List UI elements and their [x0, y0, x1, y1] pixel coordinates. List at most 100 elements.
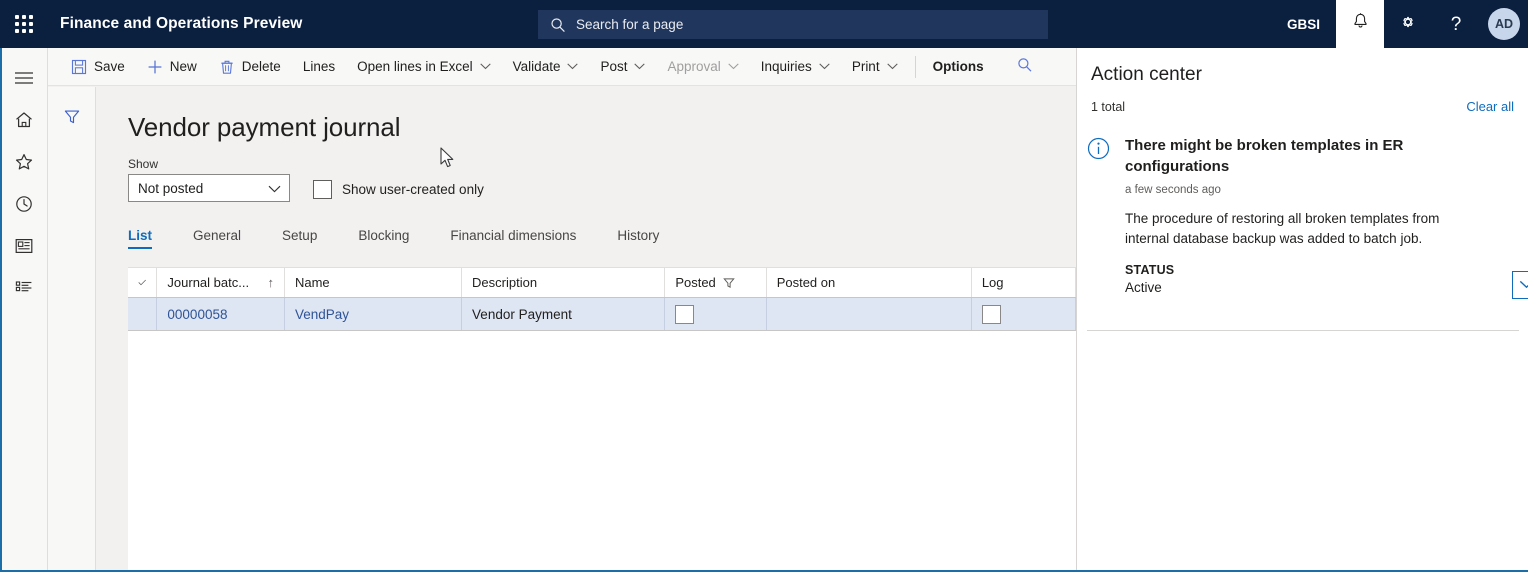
notification-total-count: 1 total: [1091, 99, 1126, 114]
search-icon: [550, 17, 566, 33]
grid-header-name[interactable]: Name: [285, 268, 463, 297]
new-label: New: [169, 59, 197, 74]
chevron-down-icon: [819, 63, 830, 70]
workspace-icon[interactable]: [0, 225, 48, 267]
show-filter-select[interactable]: Not posted: [128, 174, 290, 202]
grid-header-journal-batch[interactable]: Journal batc... ↑: [157, 268, 285, 297]
chevron-down-icon: [634, 63, 646, 70]
tab-list[interactable]: List: [128, 228, 153, 249]
grid-header-log[interactable]: Log: [972, 268, 1076, 297]
command-bar-divider: [914, 55, 916, 78]
info-circle-icon: [1087, 137, 1110, 295]
cell-name[interactable]: VendPay: [285, 298, 463, 330]
gear-icon: [1398, 12, 1418, 37]
cell-description[interactable]: Vendor Payment: [462, 298, 666, 330]
lines-label: Lines: [302, 59, 336, 74]
filter-funnel-icon: [723, 277, 735, 289]
clock-icon[interactable]: [0, 183, 48, 225]
print-label: Print: [851, 59, 880, 74]
legal-entity-selector[interactable]: GBSI: [1271, 0, 1336, 48]
delete-button[interactable]: Delete: [208, 48, 292, 86]
inquiries-menu[interactable]: Inquiries: [750, 48, 841, 86]
user-avatar[interactable]: AD: [1480, 0, 1528, 48]
tab-blocking[interactable]: Blocking: [358, 228, 409, 249]
page-tabs: List General Setup Blocking Financial di…: [128, 221, 1076, 249]
tab-setup[interactable]: Setup: [282, 228, 317, 249]
notifications-button[interactable]: [1336, 0, 1384, 48]
star-icon[interactable]: [0, 141, 48, 183]
notification-expand-button[interactable]: [1512, 270, 1528, 299]
cell-posted-on[interactable]: [767, 298, 972, 330]
notification-item[interactable]: There might be broken templates in ER co…: [1087, 136, 1528, 299]
save-label: Save: [94, 59, 125, 74]
page-filter-row: Show Not posted Show user-created only: [128, 157, 1076, 202]
show-user-created-only-label: Show user-created only: [342, 182, 484, 197]
grid-header-description-label: Description: [472, 275, 538, 290]
help-button[interactable]: ?: [1432, 0, 1480, 48]
save-disk-icon: [71, 59, 87, 75]
grid-header-posted-on-label: Posted on: [776, 275, 836, 290]
global-search-box[interactable]: Search for a page: [538, 10, 1048, 39]
post-menu[interactable]: Post: [589, 48, 656, 86]
grid-header-posted[interactable]: Posted: [665, 268, 767, 297]
validate-label: Validate: [512, 59, 561, 74]
hamburger-menu-icon[interactable]: [0, 57, 48, 99]
filter-pane-rail: [48, 87, 96, 572]
approval-label: Approval: [667, 59, 721, 74]
application-window: Finance and Operations Preview Search fo…: [0, 0, 1528, 572]
notification-status-value: Active: [1125, 279, 1162, 295]
save-button[interactable]: Save: [60, 48, 136, 86]
notification-timestamp: a few seconds ago: [1125, 184, 1221, 197]
grid-header-select-all[interactable]: [128, 268, 158, 297]
show-filter-group: Show Not posted: [128, 157, 290, 202]
settings-button[interactable]: [1384, 0, 1432, 48]
action-center-title: Action center: [1091, 64, 1202, 85]
cell-journal-batch[interactable]: 00000058: [157, 298, 285, 330]
show-user-created-only-checkbox[interactable]: Show user-created only: [313, 180, 484, 199]
print-menu[interactable]: Print: [841, 48, 909, 86]
show-filter-value: Not posted: [138, 180, 204, 196]
chevron-down-icon: [479, 63, 491, 70]
chevron-down-icon: [886, 63, 898, 70]
question-mark-icon: ?: [1450, 13, 1462, 35]
cell-posted[interactable]: [665, 298, 767, 330]
show-filter-label: Show: [128, 157, 159, 171]
post-label: Post: [600, 59, 628, 74]
modules-list-icon[interactable]: [0, 267, 48, 309]
tab-financial-dimensions[interactable]: Financial dimensions: [450, 228, 576, 249]
action-center-summary-row: 1 total Clear all: [1091, 99, 1514, 114]
avatar-initials: AD: [1488, 8, 1520, 40]
filter-funnel-icon[interactable]: [48, 97, 96, 137]
validate-menu[interactable]: Validate: [502, 48, 590, 86]
clear-all-button[interactable]: Clear all: [1466, 99, 1514, 114]
bell-icon: [1351, 12, 1370, 36]
inquiries-label: Inquiries: [760, 59, 812, 74]
notification-body: There might be broken templates in ER co…: [1125, 136, 1467, 295]
cell-log[interactable]: [972, 298, 1076, 330]
log-checkbox[interactable]: [981, 304, 1001, 324]
posted-checkbox[interactable]: [675, 304, 695, 324]
notification-status-label: STATUS: [1125, 262, 1175, 277]
action-center-panel: Action center 1 total Clear all There mi…: [1076, 48, 1528, 572]
lines-button[interactable]: Lines: [292, 48, 346, 86]
notification-divider: [1087, 330, 1519, 331]
tab-general[interactable]: General: [193, 228, 241, 249]
checkbox-box: [313, 180, 332, 199]
tab-history[interactable]: History: [617, 228, 659, 249]
grid-header-posted-on[interactable]: Posted on: [767, 268, 972, 297]
app-launcher-icon[interactable]: [0, 0, 48, 48]
delete-label: Delete: [241, 59, 281, 74]
open-lines-in-excel-menu[interactable]: Open lines in Excel: [346, 48, 502, 86]
left-navigation-rail: [0, 48, 48, 572]
approval-menu: Approval: [656, 48, 749, 86]
page-title: Vendor payment journal: [128, 112, 401, 142]
row-select-cell[interactable]: [128, 298, 158, 330]
table-row[interactable]: 00000058 VendPay Vendor Payment: [128, 298, 1076, 331]
options-button[interactable]: Options: [922, 48, 995, 86]
command-search-button[interactable]: [995, 48, 1044, 86]
home-icon[interactable]: [0, 99, 48, 141]
journal-grid: Journal batc... ↑ Name Description Poste…: [128, 267, 1076, 572]
grid-header-description[interactable]: Description: [462, 268, 666, 297]
app-title: Finance and Operations Preview: [60, 15, 303, 32]
new-button[interactable]: New: [136, 48, 208, 86]
